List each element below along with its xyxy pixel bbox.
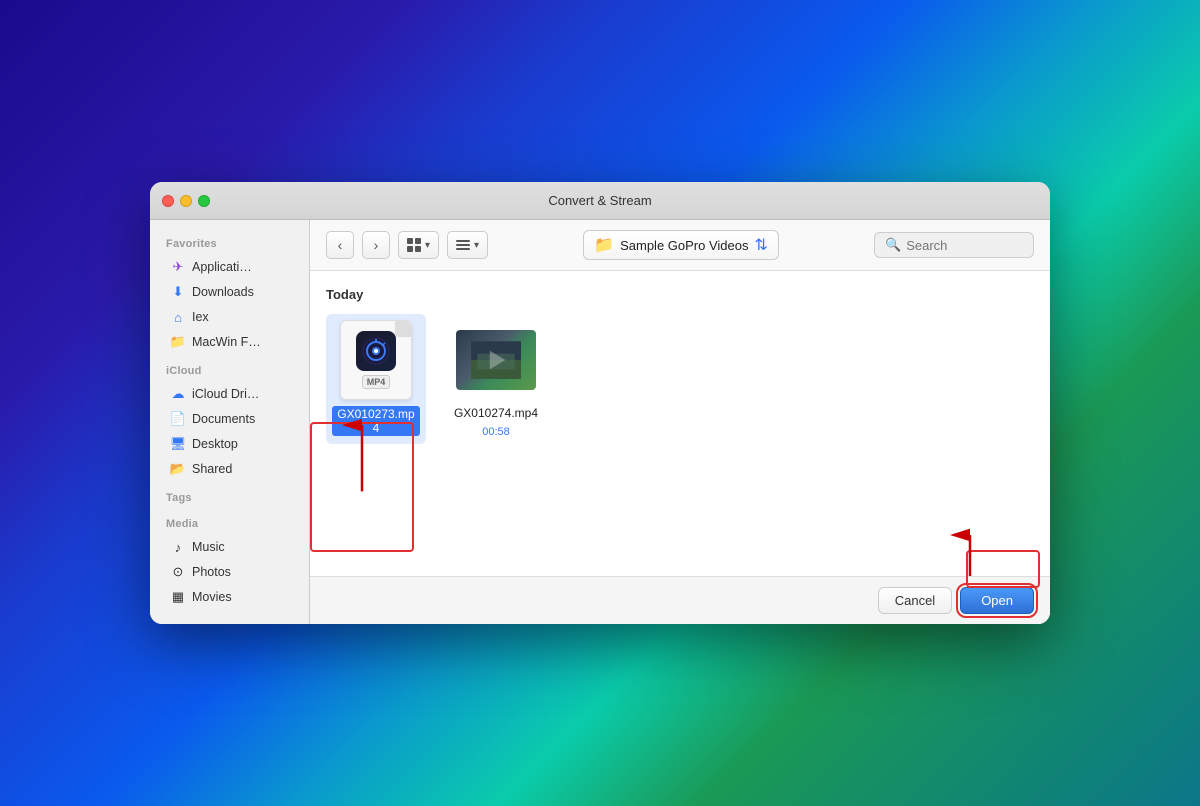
icloud-drive-label: iCloud Dri… — [192, 387, 259, 401]
window-title: Convert & Stream — [548, 193, 651, 208]
video-thumb-inner — [456, 330, 536, 390]
mp4-file-icon: MP4 — [340, 320, 412, 400]
file-duration-2: 00:58 — [482, 426, 510, 438]
icloud-label: iCloud — [150, 361, 309, 381]
sidebar-item-lex[interactable]: ⌂ Iex — [154, 305, 305, 329]
file-area: Today — [310, 271, 1050, 576]
sidebar-item-music[interactable]: ♪ Music — [154, 535, 305, 559]
forward-button[interactable]: › — [362, 231, 390, 259]
file-icon-wrapper-2 — [456, 320, 536, 400]
sidebar-item-documents[interactable]: 📄 Documents — [154, 407, 305, 431]
location-text: Sample GoPro Videos — [620, 238, 748, 253]
search-input[interactable] — [906, 238, 1023, 253]
grid-icon — [407, 238, 421, 252]
mp4-badge: MP4 — [362, 375, 391, 389]
location-arrows-icon: ⇅ — [754, 235, 767, 255]
location-bar: 📁 Sample GoPro Videos ⇅ — [496, 230, 866, 260]
sidebar-item-applications[interactable]: ✈ Applicati… — [154, 255, 305, 279]
close-button[interactable] — [162, 195, 174, 207]
documents-label: Documents — [192, 412, 255, 426]
downloads-label: Downloads — [192, 285, 254, 299]
applications-icon: ✈ — [170, 259, 186, 275]
search-icon: 🔍 — [885, 237, 901, 253]
photos-label: Photos — [192, 565, 231, 579]
maximize-button[interactable] — [198, 195, 210, 207]
open-button[interactable]: Open — [960, 587, 1034, 614]
tags-label: Tags — [150, 488, 309, 508]
video-preview — [471, 340, 521, 380]
title-bar: Convert & Stream — [150, 182, 1050, 220]
movies-label: Movies — [192, 590, 232, 604]
sidebar: Favorites ✈ Applicati… ⬇ Downloads ⌂ Iex… — [150, 220, 310, 624]
file-name-1: GX010273.mp4 — [332, 406, 420, 436]
file-item-gx010273[interactable]: MP4 GX010273.mp4 — [326, 314, 426, 444]
desktop-label: Desktop — [192, 437, 238, 451]
shared-icon: 📂 — [170, 461, 186, 477]
file-icon-wrapper-1: MP4 — [336, 320, 416, 400]
music-label: Music — [192, 540, 225, 554]
documents-icon: 📄 — [170, 411, 186, 427]
search-box[interactable]: 🔍 — [874, 232, 1034, 258]
photos-icon: ⊙ — [170, 564, 186, 580]
file-item-gx010274[interactable]: GX010274.mp4 00:58 — [446, 314, 546, 444]
quicktime-icon — [356, 331, 396, 371]
file-name-2: GX010274.mp4 — [454, 406, 538, 420]
sidebar-item-photos[interactable]: ⊙ Photos — [154, 560, 305, 584]
favorites-label: Favorites — [150, 234, 309, 254]
location-folder-icon: 📁 — [594, 235, 614, 255]
movies-icon: ▦ — [170, 589, 186, 605]
back-button[interactable]: ‹ — [326, 231, 354, 259]
list-icon — [456, 238, 470, 252]
traffic-lights — [162, 195, 210, 207]
desktop-icon: 🖥 — [170, 436, 186, 452]
bottom-bar: Cancel Open — [310, 576, 1050, 624]
sidebar-item-desktop[interactable]: 🖥 Desktop — [154, 432, 305, 456]
chevron-down-icon: ▾ — [425, 240, 430, 251]
minimize-button[interactable] — [180, 195, 192, 207]
cancel-button[interactable]: Cancel — [878, 587, 952, 614]
location-selector[interactable]: 📁 Sample GoPro Videos ⇅ — [583, 230, 779, 260]
music-icon: ♪ — [170, 539, 186, 555]
media-label: Media — [150, 514, 309, 534]
quicktime-logo — [362, 337, 390, 365]
shared-label: Shared — [192, 462, 232, 476]
toolbar: ‹ › ▾ ▾ — [310, 220, 1050, 271]
sidebar-item-shared[interactable]: 📂 Shared — [154, 457, 305, 481]
sidebar-item-icloud-drive[interactable]: ☁ iCloud Dri… — [154, 382, 305, 406]
chevron-down-icon2: ▾ — [474, 240, 479, 251]
file-panel: ‹ › ▾ ▾ — [310, 220, 1050, 624]
video-thumbnail — [456, 330, 536, 390]
section-today: Today — [326, 287, 1034, 302]
folder-icon: 📁 — [170, 334, 186, 350]
sidebar-item-downloads[interactable]: ⬇ Downloads — [154, 280, 305, 304]
home-icon: ⌂ — [170, 309, 186, 325]
file-grid: MP4 GX010273.mp4 — [326, 314, 1034, 444]
icloud-icon: ☁ — [170, 386, 186, 402]
list-view-button[interactable]: ▾ — [447, 231, 488, 259]
downloads-icon: ⬇ — [170, 284, 186, 300]
macwin-label: MacWin F… — [192, 335, 261, 349]
applications-label: Applicati… — [192, 260, 252, 274]
lex-label: Iex — [192, 310, 209, 324]
icon-view-button[interactable]: ▾ — [398, 231, 439, 259]
sidebar-item-macwin[interactable]: 📁 MacWin F… — [154, 330, 305, 354]
sidebar-item-movies[interactable]: ▦ Movies — [154, 585, 305, 609]
